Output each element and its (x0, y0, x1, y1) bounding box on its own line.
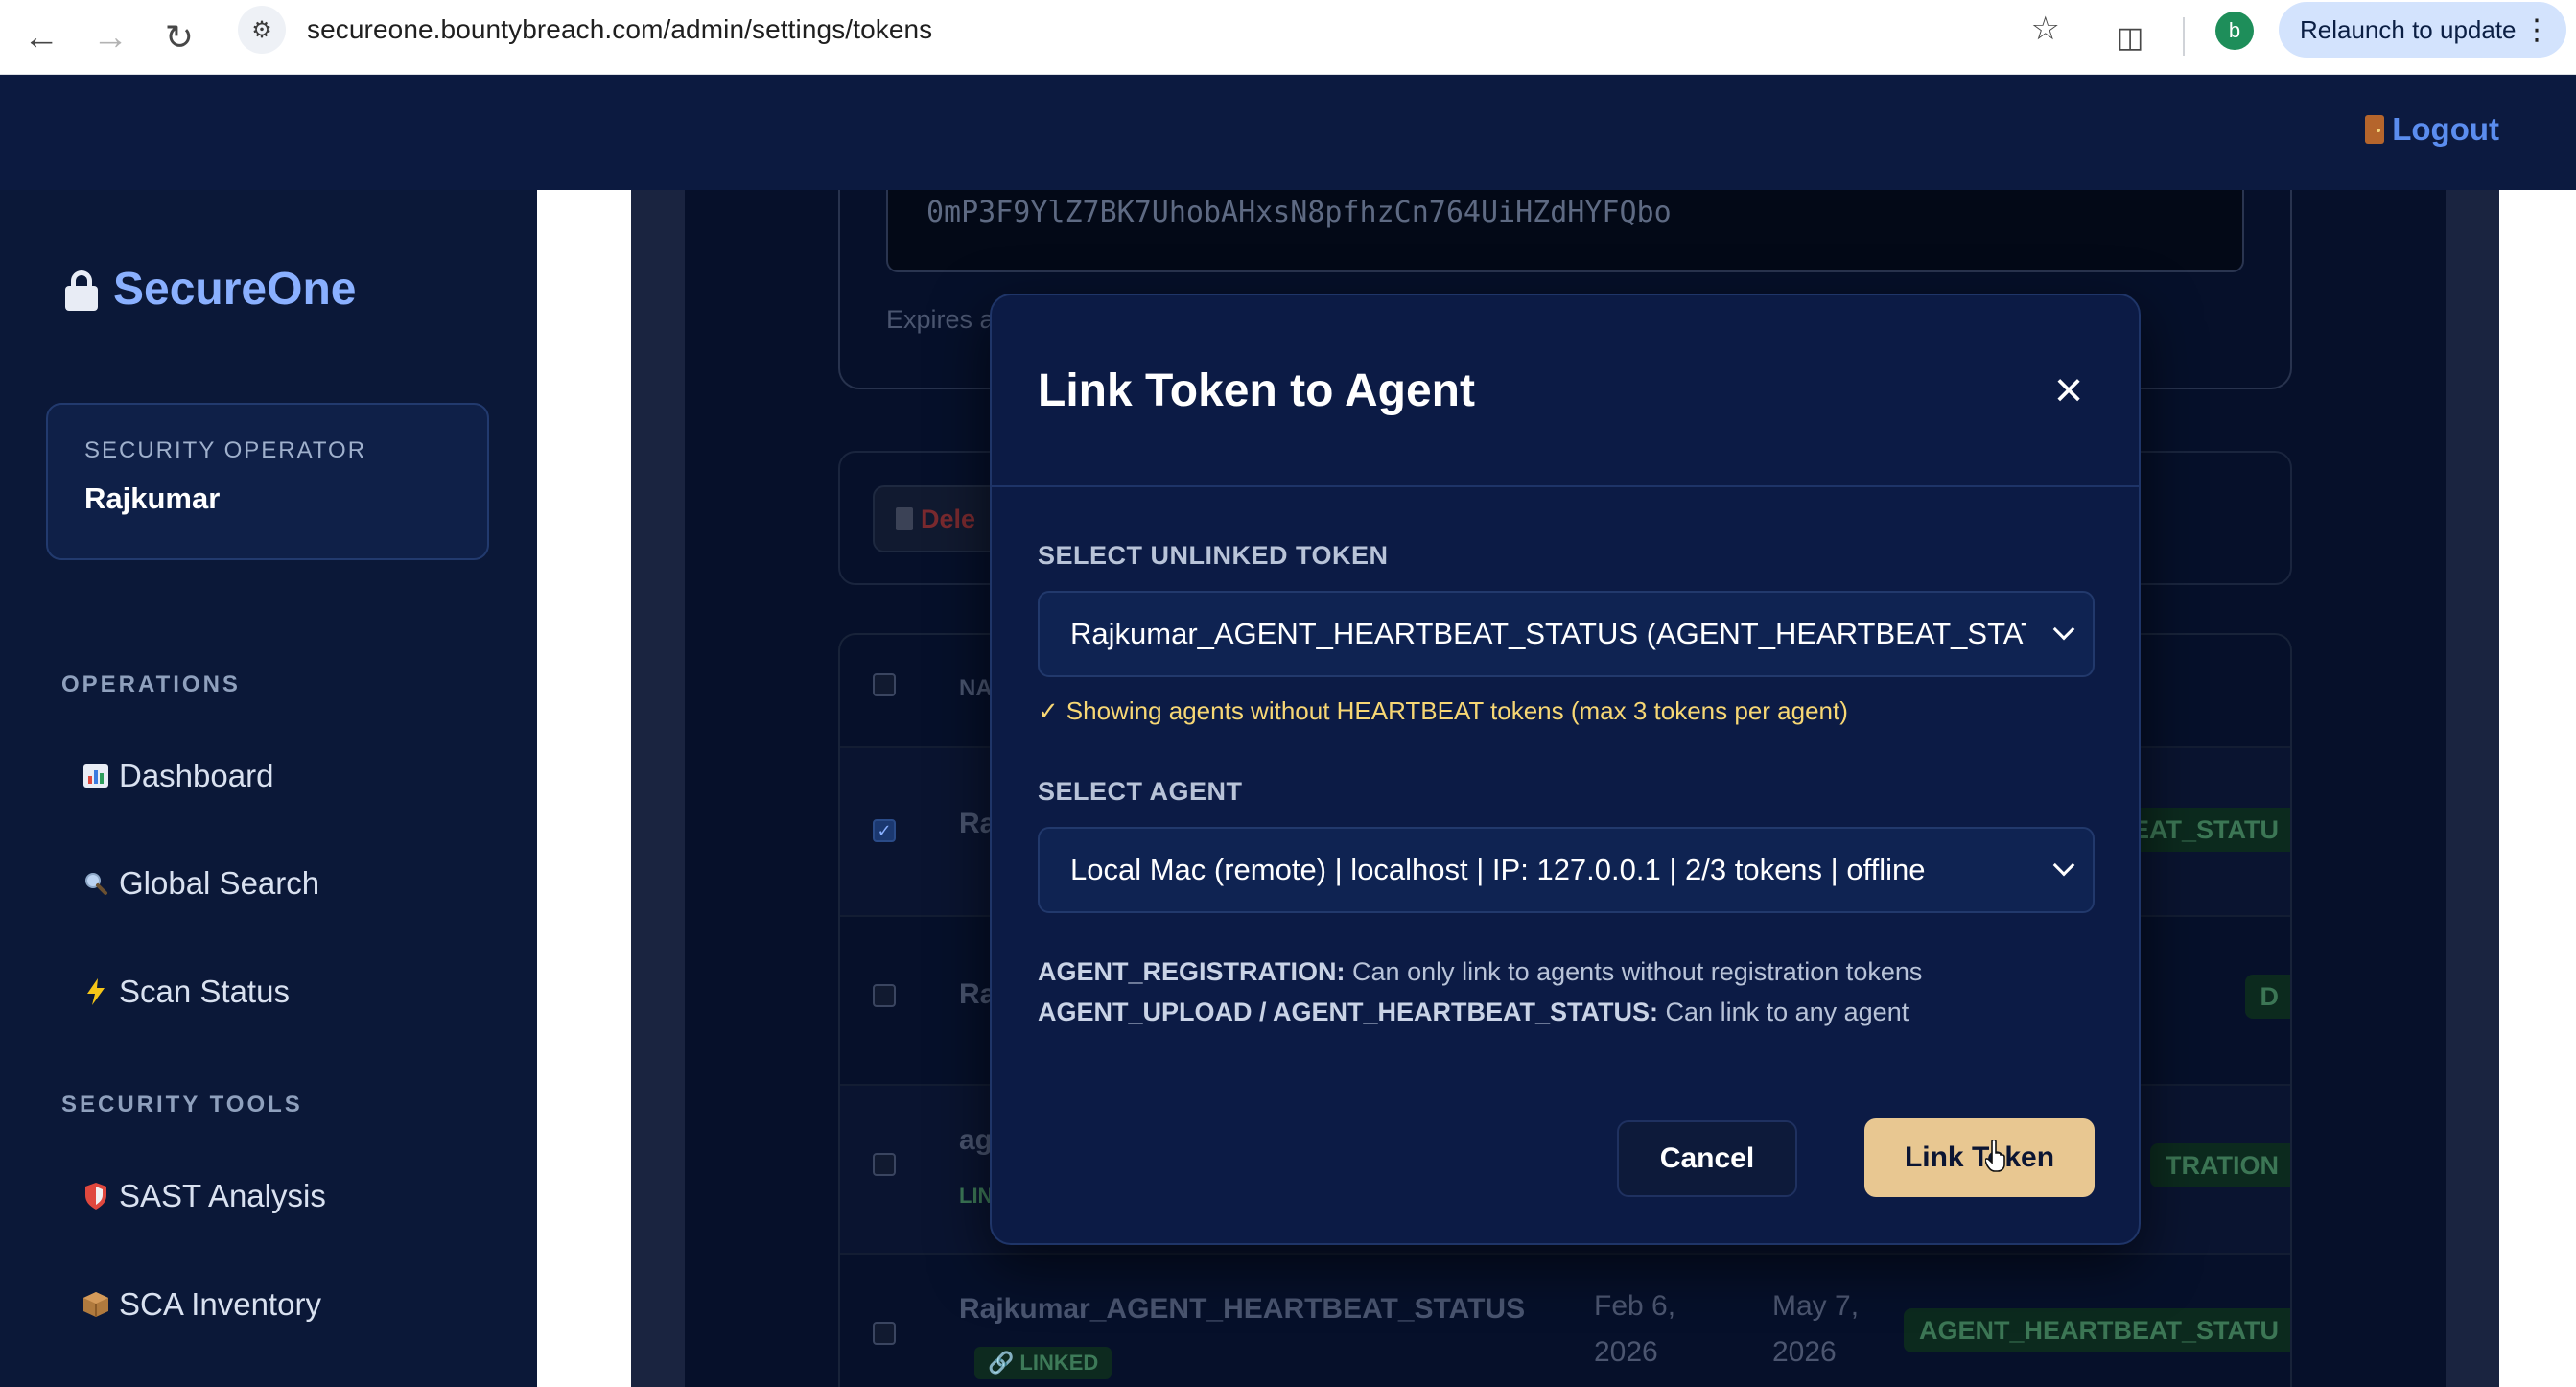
row-checkbox[interactable] (873, 1153, 896, 1176)
expires-date: May 7, 2026 (1772, 1283, 1859, 1375)
info-upload-text: Can link to any agent (1665, 998, 1909, 1026)
sidebar-item-dashboard[interactable]: Dashboard (82, 758, 273, 794)
token-value: 0mP3F9YlZ7BK7UhobAHxsN8pfhzCn764UiHZdHYF… (926, 196, 1672, 229)
operator-card: SECURITY OPERATOR Rajkumar (46, 403, 489, 560)
row-checkbox[interactable] (873, 984, 896, 1007)
sidebar-item-global-search[interactable]: Global Search (82, 865, 319, 902)
chevron-down-icon (2052, 854, 2075, 877)
modal-divider (992, 485, 2139, 487)
section-operations: OPERATIONS (61, 671, 241, 697)
created-date: Feb 6, 2026 (1594, 1283, 1675, 1375)
lock-icon (65, 270, 98, 311)
info-upload-heartbeat: AGENT_UPLOAD / AGENT_HEARTBEAT_STATUS: C… (1038, 998, 1909, 1027)
hand-cursor-icon (1985, 1140, 2005, 1172)
relaunch-button[interactable]: Relaunch to update ⋮ (2279, 2, 2566, 58)
kebab-menu-icon[interactable]: ⋮ (2522, 13, 2551, 47)
created-date-year: 2026 (1594, 1336, 1658, 1368)
sidebar-item-sast-analysis[interactable]: SAST Analysis (82, 1178, 326, 1214)
token-name: Rajkumar_AGENT_HEARTBEAT_STATUS (959, 1293, 1526, 1325)
profile-avatar[interactable]: b (2215, 12, 2254, 50)
token-type-badge: TRATION (2150, 1143, 2290, 1187)
token-select-value: Rajkumar_AGENT_HEARTBEAT_STATUS (AGENT_H… (1070, 617, 2026, 650)
chevron-down-icon (2052, 618, 2075, 641)
token-value-field: 0mP3F9YlZ7BK7UhobAHxsN8pfhzCn764UiHZdHYF… (886, 190, 2244, 272)
logout-label: Logout (2392, 111, 2499, 147)
brand-name: SecureOne (113, 264, 357, 315)
sidebar-item-label: SCA Inventory (119, 1286, 321, 1322)
created-date-day: Feb 6, (1594, 1290, 1676, 1322)
expires-date-day: May 7, (1772, 1290, 1860, 1322)
forward-arrow-icon[interactable]: → (82, 10, 138, 65)
toolbar-divider (2183, 17, 2185, 56)
hint-text: Showing agents without HEARTBEAT tokens … (1066, 696, 1848, 725)
bookmark-star-icon[interactable]: ☆ (2031, 10, 2060, 48)
cancel-button[interactable]: Cancel (1617, 1120, 1797, 1197)
token-type-badge: AGENT_HEARTBEAT_STATU (1903, 1308, 2290, 1352)
shield-icon (82, 1183, 109, 1210)
info-registration-key: AGENT_REGISTRATION: (1038, 957, 1346, 986)
modal-title: Link Token to Agent (1038, 365, 1475, 416)
operator-role: SECURITY OPERATOR (84, 437, 367, 463)
delete-label: Dele (921, 504, 976, 533)
operator-name: Rajkumar (84, 482, 221, 515)
relaunch-label: Relaunch to update (2300, 14, 2517, 44)
sidebar-item-label: SAST Analysis (119, 1178, 326, 1213)
token-select[interactable]: Rajkumar_AGENT_HEARTBEAT_STATUS (AGENT_H… (1038, 591, 2095, 677)
site-settings-icon[interactable]: ⚙ (238, 6, 286, 54)
check-icon: ✓ (1038, 696, 1059, 725)
address-bar[interactable]: ⚙ secureone.bountybreach.com/admin/setti… (232, 2, 2083, 58)
bar-chart-icon (82, 763, 109, 789)
magnifier-icon (82, 870, 109, 897)
url-text: secureone.bountybreach.com/admin/setting… (307, 14, 933, 44)
package-icon (82, 1291, 109, 1318)
sidebar-item-label: Scan Status (119, 974, 290, 1009)
column-header-name: NA (959, 675, 993, 701)
section-security-tools: SECURITY TOOLS (61, 1092, 303, 1117)
table-row[interactable]: Rajkumar_AGENT_HEARTBEAT_STATUS 🔗 LINKED… (840, 1253, 2290, 1387)
select-all-checkbox[interactable] (873, 673, 896, 696)
link-token-button[interactable]: Link Token (1864, 1118, 2095, 1197)
token-name: ag (959, 1124, 994, 1156)
linked-badge: LIN (959, 1184, 994, 1208)
browser-toolbar: ← → ↻ ⚙ secureone.bountybreach.com/admin… (0, 0, 2576, 75)
sidebar-item-label: Global Search (119, 865, 320, 901)
info-registration: AGENT_REGISTRATION: Can only link to age… (1038, 957, 1922, 987)
app-header: Logout (0, 75, 2576, 190)
agent-select[interactable]: Local Mac (remote) | localhost | IP: 127… (1038, 827, 2095, 913)
linked-label: LINKED (1019, 1351, 1099, 1375)
logout-button[interactable]: Logout (2365, 111, 2499, 148)
sidebar: SecureOne SECURITY OPERATOR Rajkumar OPE… (0, 190, 537, 1387)
expires-date-year: 2026 (1772, 1336, 1837, 1368)
agent-select-value: Local Mac (remote) | localhost | IP: 127… (1070, 853, 1926, 886)
row-checkbox[interactable]: ✓ (873, 819, 896, 842)
link-token-modal: Link Token to Agent × SELECT UNLINKED TO… (990, 294, 2141, 1245)
lightning-icon (82, 978, 109, 1005)
row-checkbox[interactable] (873, 1322, 896, 1345)
reload-icon[interactable]: ↻ (152, 10, 207, 65)
tab-search-icon[interactable]: ◫ (2102, 10, 2158, 65)
token-hint: ✓ Showing agents without HEARTBEAT token… (1038, 696, 1848, 726)
trash-icon (896, 507, 913, 530)
close-icon[interactable]: × (2047, 365, 2091, 415)
door-icon (2365, 115, 2385, 144)
token-expiry: Expires a (886, 305, 995, 334)
info-upload-key: AGENT_UPLOAD / AGENT_HEARTBEAT_STATUS: (1038, 998, 1659, 1026)
linked-badge: 🔗 LINKED (974, 1347, 1112, 1379)
token-type-badge: D (2244, 975, 2290, 1019)
link-icon: 🔗 (988, 1351, 1015, 1375)
info-registration-text: Can only link to agents without registra… (1352, 957, 1923, 986)
token-select-label: SELECT UNLINKED TOKEN (1038, 541, 1389, 570)
sidebar-item-sca-inventory[interactable]: SCA Inventory (82, 1286, 321, 1323)
sidebar-item-scan-status[interactable]: Scan Status (82, 974, 290, 1010)
brand-logo[interactable]: SecureOne (65, 263, 356, 316)
agent-select-label: SELECT AGENT (1038, 777, 1243, 806)
back-arrow-icon[interactable]: ← (13, 10, 69, 65)
sidebar-item-label: Dashboard (119, 758, 274, 793)
